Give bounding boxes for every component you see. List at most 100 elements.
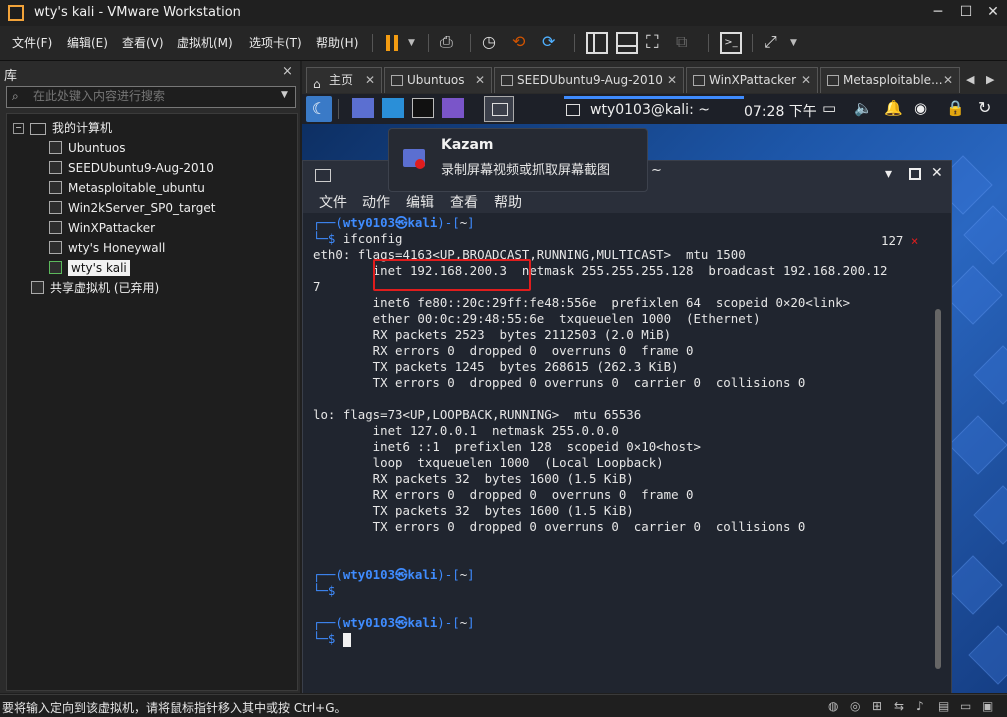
file-manager-icon[interactable] — [382, 98, 404, 118]
terminal-menu-file[interactable]: 文件 — [319, 192, 347, 212]
tab-close-icon[interactable]: ✕ — [365, 68, 375, 92]
snapshot-manager-icon[interactable]: ⟳ — [542, 32, 564, 54]
volume-icon[interactable]: 🔈 — [854, 99, 873, 117]
toolbar-divider — [752, 34, 753, 52]
terminal-window[interactable]: ▾ ✕ 文件 动作 编辑 查看 帮助 ┌──(wty0103㉿kali)-[~]… — [302, 160, 952, 693]
kali-menu-icon[interactable]: ☾ — [306, 96, 332, 122]
menu-file[interactable]: 文件(F) — [12, 34, 52, 51]
vm-running-icon — [49, 261, 62, 274]
message-icon[interactable]: ▣ — [982, 699, 993, 713]
command-line[interactable]: └─$ — [313, 631, 351, 647]
search-input[interactable] — [33, 88, 273, 104]
stretch-icon[interactable]: ⤢ — [764, 32, 786, 54]
terminal-menu-view[interactable]: 查看 — [450, 192, 478, 212]
menu-view[interactable]: 查看(V) — [122, 34, 164, 51]
usb-icon[interactable]: ⇆ — [894, 699, 904, 713]
terminal-scrollbar[interactable] — [935, 309, 941, 669]
restart-icon[interactable]: ↻ — [978, 98, 991, 117]
chevron-down-icon[interactable]: ▼ — [408, 38, 415, 48]
menu-edit[interactable]: 编辑(E) — [67, 34, 108, 51]
thumbnail-bar-icon[interactable] — [616, 32, 638, 54]
chevron-down-icon[interactable]: ▼ — [281, 90, 288, 100]
notification-body: 录制屏幕视频或抓取屏幕截图 — [441, 163, 611, 178]
status-text: 要将输入定向到该虚拟机，请将鼠标指针移入其中或按 Ctrl+G。 — [2, 701, 347, 715]
tab-vm[interactable]: Metasploitable... ✕ — [820, 67, 960, 93]
lock-icon[interactable]: 🔒 — [946, 99, 965, 117]
tab-bar: ⌂ 主页 ✕ Ubuntuos ✕ SEEDUbuntu9-Aug-2010 ✕ Win… — [302, 67, 1007, 93]
maximize-icon[interactable] — [909, 168, 921, 180]
console-view-icon[interactable]: >_ — [720, 32, 742, 54]
tab-close-icon[interactable]: ✕ — [667, 68, 677, 92]
exit-status: 127 × — [881, 233, 919, 248]
home-icon: ⌂ — [313, 77, 321, 91]
tab-vm[interactable]: SEEDUbuntu9-Aug-2010 ✕ — [494, 67, 684, 93]
chevron-down-icon[interactable]: ▼ — [790, 38, 797, 48]
tab-home[interactable]: ⌂ 主页 ✕ — [306, 67, 382, 93]
minimize-icon[interactable]: ─ — [930, 4, 946, 20]
library-close-icon[interactable]: × — [282, 64, 293, 79]
pause-icon[interactable] — [382, 32, 404, 54]
tree-item-vm[interactable]: SEEDUbuntu9-Aug-2010 — [49, 158, 214, 178]
output-line: TX errors 0 dropped 0 overruns 0 carrier… — [313, 375, 806, 390]
status-bar: 要将输入定向到该虚拟机，请将鼠标指针移入其中或按 Ctrl+G。 ◍ ◎ ⊞ ⇆… — [0, 694, 1007, 717]
collapse-icon[interactable]: − — [13, 123, 24, 134]
tab-close-icon[interactable]: ✕ — [475, 68, 485, 92]
tab-scroll-right-icon[interactable]: ▶ — [986, 73, 994, 86]
output-line: TX errors 0 dropped 0 overruns 0 carrier… — [313, 519, 806, 534]
library-search-box[interactable]: ⌕ ▼ — [6, 86, 296, 108]
minimize-icon[interactable]: ▾ — [885, 166, 892, 182]
output-line: ether 00:0c:29:48:55:6e txqueuelen 1000 … — [313, 311, 761, 326]
taskbar-terminal-button[interactable] — [484, 96, 514, 122]
tree-item-shared[interactable]: 共享虚拟机 (已弃用) — [31, 278, 159, 298]
kazam-notification[interactable]: Kazam 录制屏幕视频或抓取屏幕截图 ~ — [388, 128, 662, 192]
full-screen-icon[interactable]: ⛶ — [646, 32, 668, 54]
close-icon[interactable]: ✕ — [931, 165, 943, 181]
tree-root-my-computer[interactable]: − 我的计算机 — [13, 118, 112, 138]
menu-tabs[interactable]: 选项卡(T) — [249, 34, 302, 51]
tab-close-icon[interactable]: ✕ — [801, 68, 811, 92]
tree-item-vm[interactable]: Metasploitable_ubuntu — [49, 178, 205, 198]
tab-vm[interactable]: Ubuntuos ✕ — [384, 67, 492, 93]
tree-item-vm[interactable]: WinXPattacker — [49, 218, 155, 238]
tree-root-label: 我的计算机 — [52, 121, 113, 135]
tab-vm[interactable]: WinXPattacker ✕ — [686, 67, 818, 93]
prompt-line: ┌──(wty0103㉿kali)-[~] — [313, 215, 475, 230]
tree-item-vm[interactable]: wty's Honeywall — [49, 238, 165, 258]
close-icon[interactable]: ✕ — [985, 4, 1001, 20]
send-keys-icon[interactable]: ⎙ — [440, 32, 462, 54]
show-desktop-icon[interactable] — [352, 98, 374, 118]
sidebar-toggle-icon[interactable] — [586, 32, 608, 54]
tree-item-vm[interactable]: Win2kServer_SP0_target — [49, 198, 215, 218]
hdd-icon[interactable]: ◍ — [828, 699, 838, 713]
sound-icon[interactable]: ♪ — [916, 699, 924, 713]
display-icon[interactable]: ▭ — [960, 699, 971, 713]
taskbar-window-button[interactable]: wty0103@kali: ~ — [564, 96, 744, 122]
vm-icon — [501, 75, 513, 86]
terminal-menu-edit[interactable]: 编辑 — [406, 192, 434, 212]
power-manager-icon[interactable]: ◉ — [914, 99, 927, 117]
printer-icon[interactable]: ▤ — [938, 699, 949, 713]
tree-item-vm[interactable]: Ubuntuos — [49, 138, 126, 158]
kazam-icon[interactable] — [442, 98, 464, 118]
kali-desktop[interactable]: ☾ wty0103@kali: ~ 07:28 下午 ▭ 🔈 🔔 ◉ 🔒 ↻ ▾… — [302, 94, 1007, 693]
notification-bell-icon[interactable]: 🔔 — [884, 99, 903, 117]
terminal-icon[interactable] — [412, 98, 434, 118]
revert-snapshot-icon[interactable]: ⟲ — [512, 32, 534, 54]
tree-item-vm-selected[interactable]: wty's kali — [49, 258, 130, 278]
menu-help[interactable]: 帮助(H) — [316, 34, 358, 51]
menu-vm[interactable]: 虚拟机(M) — [177, 34, 233, 51]
tab-scroll-left-icon[interactable]: ◀ — [966, 73, 974, 86]
ip-highlight-box — [373, 259, 531, 291]
maximize-icon[interactable]: ☐ — [958, 4, 974, 20]
network-icon[interactable]: ⊞ — [872, 699, 882, 713]
toolbar-divider — [428, 34, 429, 52]
vm-icon — [827, 75, 839, 86]
terminal-menu-action[interactable]: 动作 — [362, 192, 390, 212]
panel-clock[interactable]: 07:28 下午 — [744, 101, 817, 121]
unity-icon[interactable]: ⧉ — [676, 32, 698, 54]
display-icon[interactable]: ▭ — [822, 99, 836, 117]
cd-icon[interactable]: ◎ — [850, 699, 860, 713]
tab-close-icon[interactable]: ✕ — [943, 68, 953, 92]
snapshot-icon[interactable]: ◷ — [482, 32, 504, 54]
terminal-menu-help[interactable]: 帮助 — [494, 192, 522, 212]
